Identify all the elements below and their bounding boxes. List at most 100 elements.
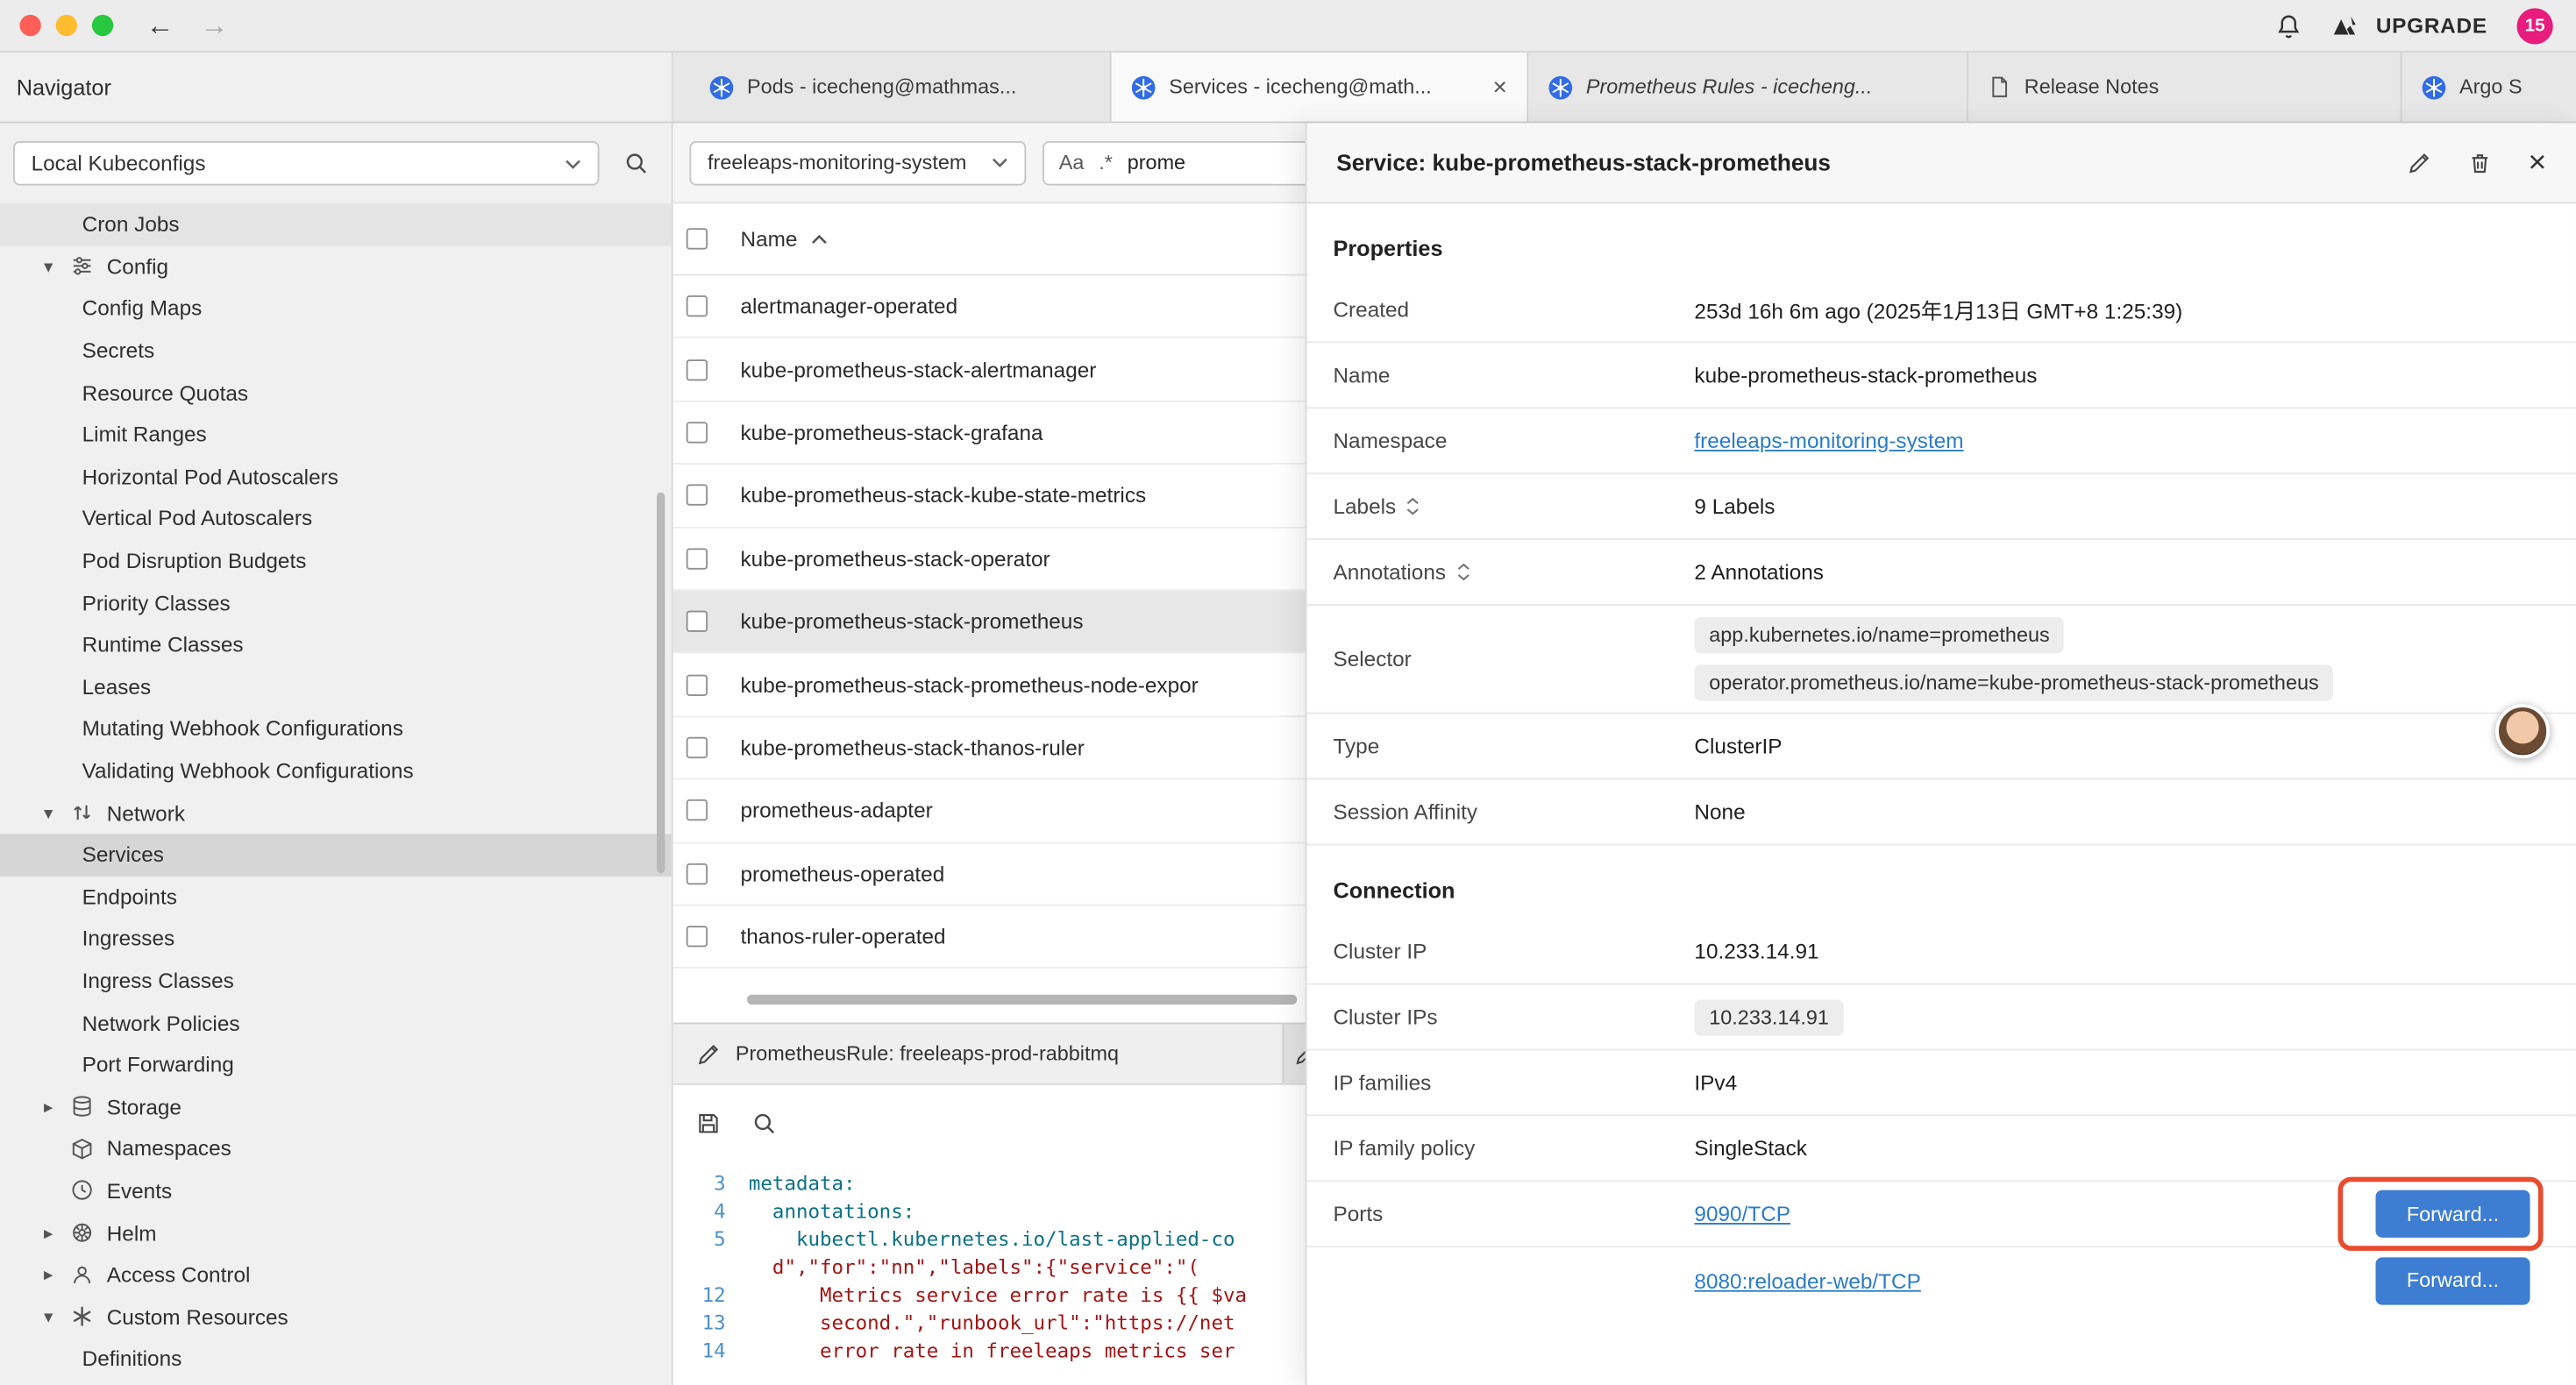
delete-icon[interactable] [2467, 150, 2492, 174]
row-checkbox[interactable] [687, 611, 708, 632]
dock-tab-partial[interactable] [1284, 1024, 1305, 1083]
chevron-down-icon [565, 159, 581, 168]
avatar[interactable] [2495, 704, 2550, 758]
chevron-right-icon[interactable]: ▸ [39, 1264, 58, 1285]
name-column-header[interactable]: Name [740, 226, 827, 251]
maximize-window-button[interactable] [92, 15, 113, 36]
minimize-window-button[interactable] [56, 15, 77, 36]
save-icon[interactable] [696, 1111, 721, 1135]
sidebar-item-port-forwarding[interactable]: Port Forwarding [0, 1044, 672, 1086]
row-checkbox[interactable] [687, 548, 708, 569]
tab-services-icecheng-math[interactable]: Services - icecheng@math...× [1112, 53, 1529, 122]
chevron-down-icon[interactable]: ▾ [39, 256, 58, 277]
horizontal-scrollbar[interactable] [747, 995, 1297, 1005]
notification-count-badge[interactable]: 15 [2517, 7, 2553, 43]
regex-toggle[interactable]: .* [1099, 151, 1113, 174]
sidebar-item-definitions[interactable]: Definitions [0, 1338, 672, 1380]
table-row-kube-prometheus-stack-grafana[interactable]: kube-prometheus-stack-grafana [673, 401, 1306, 465]
table-row-prometheus-adapter[interactable]: prometheus-adapter [673, 780, 1306, 843]
tab-argo-s[interactable]: Argo S [2402, 53, 2575, 122]
row-checkbox[interactable] [687, 863, 708, 884]
filter-bar: freeleaps-monitoring-system Aa .* prome [673, 123, 1306, 203]
table-row-kube-prometheus-stack-alertmanager[interactable]: kube-prometheus-stack-alertmanager [673, 338, 1306, 401]
port-link[interactable]: 9090/TCP [1694, 1202, 1790, 1226]
forward-button[interactable]: Forward... [2376, 1256, 2530, 1303]
sidebar-item-ingress-classes[interactable]: Ingress Classes [0, 960, 672, 1002]
row-checkbox[interactable] [687, 295, 708, 316]
select-all-checkbox[interactable] [687, 228, 708, 249]
notifications-bell-icon[interactable] [2276, 12, 2302, 39]
namespace-select[interactable]: freeleaps-monitoring-system [689, 140, 1026, 185]
table-row-kube-prometheus-stack-thanos-ruler[interactable]: kube-prometheus-stack-thanos-ruler [673, 717, 1306, 780]
row-checkbox[interactable] [687, 926, 708, 947]
sidebar-item-cron-jobs[interactable]: Cron Jobs [0, 203, 672, 245]
sidebar-item-network[interactable]: ▾Network [0, 792, 672, 834]
table-row-alertmanager-operated[interactable]: alertmanager-operated [673, 276, 1306, 339]
close-icon[interactable]: × [2528, 147, 2546, 179]
match-case-toggle[interactable]: Aa [1059, 151, 1085, 174]
sidebar-item-config-maps[interactable]: Config Maps [0, 288, 672, 330]
sidebar-item-network-policies[interactable]: Network Policies [0, 1002, 672, 1044]
row-checkbox[interactable] [687, 799, 708, 820]
table-row-kube-prometheus-stack-kube-state-metrics[interactable]: kube-prometheus-stack-kube-state-metrics [673, 465, 1306, 528]
table-row-kube-prometheus-stack-prometheus-node-expor[interactable]: kube-prometheus-stack-prometheus-node-ex… [673, 654, 1306, 717]
forward-icon[interactable]: → [200, 11, 228, 39]
editor-search-icon[interactable] [752, 1111, 777, 1135]
value-badge: 10.233.14.91 [1694, 998, 1843, 1034]
detail-row-labels: Labels9 Labels [1307, 474, 2576, 540]
line-number: 13 [673, 1310, 749, 1338]
back-icon[interactable]: ← [146, 11, 174, 39]
chevron-down-icon[interactable]: ▾ [39, 1306, 58, 1327]
tab-close-icon[interactable]: × [1486, 75, 1507, 99]
row-checkbox[interactable] [687, 485, 708, 506]
sidebar-item-access-control[interactable]: ▸Access Control [0, 1254, 672, 1296]
sidebar-item-custom-resources[interactable]: ▾Custom Resources [0, 1296, 672, 1338]
tab-pods-icecheng-mathmas[interactable]: Pods - icecheng@mathmas... [689, 53, 1111, 122]
sidebar-item-vertical-pod-autoscalers[interactable]: Vertical Pod Autoscalers [0, 498, 672, 540]
sidebar-item-leases[interactable]: Leases [0, 665, 672, 707]
close-window-button[interactable] [19, 15, 40, 36]
sidebar-item-horizontal-pod-autoscalers[interactable]: Horizontal Pod Autoscalers [0, 456, 672, 498]
sidebar-item-secrets[interactable]: Secrets [0, 330, 672, 372]
table-row-kube-prometheus-stack-prometheus[interactable]: kube-prometheus-stack-prometheus [673, 591, 1306, 654]
sidebar-item-limit-ranges[interactable]: Limit Ranges [0, 414, 672, 456]
sidebar-item-validating-webhook-configurations[interactable]: Validating Webhook Configurations [0, 749, 672, 792]
forward-button[interactable]: Forward... [2376, 1190, 2530, 1238]
yaml-editor[interactable]: 3metadata:4 annotations:5 kubectl.kubern… [673, 1161, 1306, 1385]
table-row-kube-prometheus-stack-operator[interactable]: kube-prometheus-stack-operator [673, 528, 1306, 591]
sidebar-item-runtime-classes[interactable]: Runtime Classes [0, 623, 672, 665]
sidebar-item-helm[interactable]: ▸Helm [0, 1211, 672, 1254]
sidebar-item-services[interactable]: Services [0, 834, 672, 876]
sidebar-item-storage[interactable]: ▸Storage [0, 1086, 672, 1128]
namespace-link[interactable]: freeleaps-monitoring-system [1694, 429, 1963, 453]
filter-input[interactable]: Aa .* prome [1042, 140, 1306, 185]
sidebar-item-config[interactable]: ▾Config [0, 245, 672, 288]
table-row-prometheus-operated[interactable]: prometheus-operated [673, 843, 1306, 906]
kubeconfig-select[interactable]: Local Kubeconfigs [13, 141, 599, 186]
dock-tab-prometheusrule[interactable]: PrometheusRule: freeleaps-prod-rabbitmq [673, 1024, 1284, 1083]
tab-prometheus-rules-icecheng[interactable]: Prometheus Rules - icecheng... [1528, 53, 1968, 122]
sidebar-item-events[interactable]: Events [0, 1169, 672, 1211]
table-row-thanos-ruler-operated[interactable]: thanos-ruler-operated [673, 906, 1306, 969]
tab-release-notes[interactable]: Release Notes [1968, 53, 2402, 122]
chevron-right-icon[interactable]: ▸ [39, 1096, 58, 1117]
port-link[interactable]: 8080:reloader-web/TCP [1694, 1268, 1920, 1293]
sidebar-item-resource-quotas[interactable]: Resource Quotas [0, 372, 672, 414]
sidebar-item-namespaces[interactable]: Namespaces [0, 1128, 672, 1170]
sidebar-item-endpoints[interactable]: Endpoints [0, 876, 672, 918]
row-checkbox[interactable] [687, 422, 708, 443]
sidebar-item-pod-disruption-budgets[interactable]: Pod Disruption Budgets [0, 540, 672, 582]
sidebar-item-priority-classes[interactable]: Priority Classes [0, 582, 672, 624]
sidebar-search-icon[interactable] [612, 151, 658, 175]
row-checkbox[interactable] [687, 674, 708, 695]
upgrade-button[interactable]: UPGRADE [2331, 13, 2487, 38]
row-checkbox[interactable] [687, 359, 708, 380]
chevron-down-icon[interactable]: ▾ [39, 802, 58, 823]
sidebar-item-ingresses[interactable]: Ingresses [0, 918, 672, 960]
chevron-right-icon[interactable]: ▸ [39, 1222, 58, 1243]
sidebar-scrollbar[interactable] [657, 493, 665, 873]
detail-row-cluster-ips: Cluster IPs10.233.14.91 [1307, 985, 2576, 1051]
sidebar-item-mutating-webhook-configurations[interactable]: Mutating Webhook Configurations [0, 707, 672, 749]
row-checkbox[interactable] [687, 737, 708, 758]
edit-icon[interactable] [2407, 150, 2431, 174]
